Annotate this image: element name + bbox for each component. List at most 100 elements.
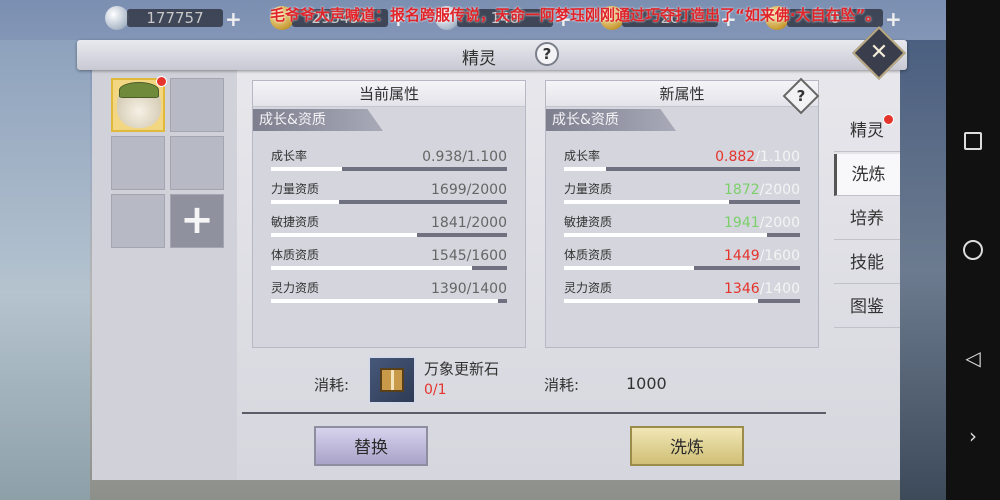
stat-current: 1941 [724, 215, 760, 231]
stat-bar-fill [564, 266, 694, 270]
panel-title: 精灵 [462, 49, 496, 69]
add-currency-button[interactable]: + [225, 7, 242, 31]
stat-row: 灵力资质 1346/1400 [564, 279, 800, 309]
stat-max: /2000 [759, 215, 800, 231]
stat-label: 力量资质 [564, 182, 613, 196]
stat-value: 1941/2000 [724, 215, 800, 231]
stat-label: 成长率 [564, 149, 601, 163]
stat-max: /2000 [466, 215, 507, 231]
tab-codex[interactable]: 图鉴 [834, 286, 900, 328]
cost-label: 消耗: [314, 376, 350, 394]
stat-row: 成长率 0.882/1.100 [564, 147, 800, 177]
sprite-slot-list: + [92, 70, 237, 480]
notification-dot [883, 114, 894, 125]
stat-label: 成长率 [271, 149, 308, 163]
currency-bar: 177757 + 293494 + 148 + 20 + 0 + 毛爷爷大声喊道… [95, 0, 945, 36]
stat-value: 0.938/1.100 [422, 149, 507, 165]
tab-skills[interactable]: 技能 [834, 242, 900, 284]
stat-bar [564, 233, 800, 237]
stat-bar-fill [271, 266, 472, 270]
notification-dot [156, 76, 167, 87]
sprite-slot-empty[interactable] [111, 194, 165, 248]
stat-label: 敏捷资质 [564, 215, 613, 229]
broadcast-message: 毛爷爷大声喊道：报名跨服传说，天命一阿梦珏刚刚通过巧夺打造出了“如来佛·大自在坠… [270, 6, 881, 24]
stat-current: 1699 [431, 182, 467, 198]
back-icon[interactable]: ◁ [946, 346, 1000, 370]
sprite-slot-empty[interactable] [111, 136, 165, 190]
stat-max: /1400 [466, 281, 507, 297]
stat-current: 1545 [431, 248, 467, 264]
help-button[interactable]: ? [535, 42, 559, 66]
sprite-panel: + 当前属性 成长&资质 成长率 0.938/1.100 力量资质 1699/2000… [77, 26, 907, 480]
stat-current: 1449 [724, 248, 760, 264]
stat-value: 1390/1400 [431, 281, 507, 297]
add-sprite-button[interactable]: + [170, 194, 224, 248]
stat-max: /1400 [759, 281, 800, 297]
stat-value: 1545/1600 [431, 248, 507, 264]
stat-current: 0.882 [715, 149, 756, 165]
stat-bar [271, 266, 507, 270]
stat-current: 0.938 [422, 149, 463, 165]
stat-row: 力量资质 1872/2000 [564, 180, 800, 210]
stat-row: 体质资质 1545/1600 [271, 246, 507, 276]
refine-button[interactable]: 洗炼 [630, 426, 744, 466]
replace-button[interactable]: 替换 [314, 426, 428, 466]
stat-max: /1.100 [755, 149, 800, 165]
currency-value: 177757 [146, 9, 204, 27]
item-name: 万象更新石 [424, 360, 500, 378]
card-title: 当前属性 [253, 81, 525, 107]
stat-current: 1841 [431, 215, 467, 231]
stat-bar-fill [564, 299, 758, 303]
tab-cultivate[interactable]: 培养 [834, 198, 900, 240]
stat-row: 成长率 0.938/1.100 [271, 147, 507, 177]
card-title: 新属性 [546, 81, 818, 107]
currency-silver: 177757 + [105, 6, 245, 31]
stat-label: 力量资质 [271, 182, 320, 196]
stat-value: 1449/1600 [724, 248, 800, 264]
tab-sprite[interactable]: 精灵 [834, 110, 900, 152]
stat-bar [564, 167, 800, 171]
stat-bar [564, 299, 800, 303]
sprite-hat-icon [119, 82, 159, 98]
stat-value: 1699/2000 [431, 182, 507, 198]
stat-label: 灵力资质 [271, 281, 320, 295]
stat-row: 力量资质 1699/2000 [271, 180, 507, 210]
stat-bar-fill [564, 233, 767, 237]
stat-value: 1346/1400 [724, 281, 800, 297]
sprite-slot-empty[interactable] [170, 78, 224, 132]
stat-bar [564, 266, 800, 270]
cost-amount: 1000 [626, 374, 667, 393]
background-right-scene [900, 40, 946, 500]
stat-row: 灵力资质 1390/1400 [271, 279, 507, 309]
sprite-slot-empty[interactable] [170, 136, 224, 190]
chevron-right-icon[interactable]: › [946, 424, 1000, 448]
stat-value: 0.882/1.100 [715, 149, 800, 165]
stat-bar [564, 200, 800, 204]
tab-refine[interactable]: 洗炼 [834, 154, 900, 196]
stat-row: 敏捷资质 1941/2000 [564, 213, 800, 243]
close-icon: ✕ [869, 40, 889, 65]
question-icon: ? [796, 87, 806, 105]
stat-current: 1346 [724, 281, 760, 297]
stat-max: /1.100 [462, 149, 507, 165]
background-left-scene [0, 40, 90, 500]
plus-icon: + [180, 197, 214, 243]
panel-body: + 当前属性 成长&资质 成长率 0.938/1.100 力量资质 1699/2000… [92, 70, 900, 480]
stat-value: 1841/2000 [431, 215, 507, 231]
sprite-slot-selected[interactable] [111, 76, 167, 132]
stat-label: 体质资质 [271, 248, 320, 262]
refine-stone-icon [380, 368, 404, 392]
stat-max: /1600 [466, 248, 507, 264]
recent-apps-icon[interactable] [946, 132, 1000, 150]
stat-max: /2000 [466, 182, 507, 198]
home-icon[interactable] [946, 240, 1000, 260]
section-tab: 成长&资质 [253, 109, 383, 131]
stat-bar [271, 233, 507, 237]
stat-bar [271, 299, 507, 303]
stat-current: 1872 [724, 182, 760, 198]
stat-bar-fill [564, 200, 730, 204]
stat-label: 敏捷资质 [271, 215, 320, 229]
stat-value: 1872/2000 [724, 182, 800, 198]
refine-stone-slot[interactable] [368, 356, 416, 404]
stat-bar-fill [271, 233, 418, 237]
